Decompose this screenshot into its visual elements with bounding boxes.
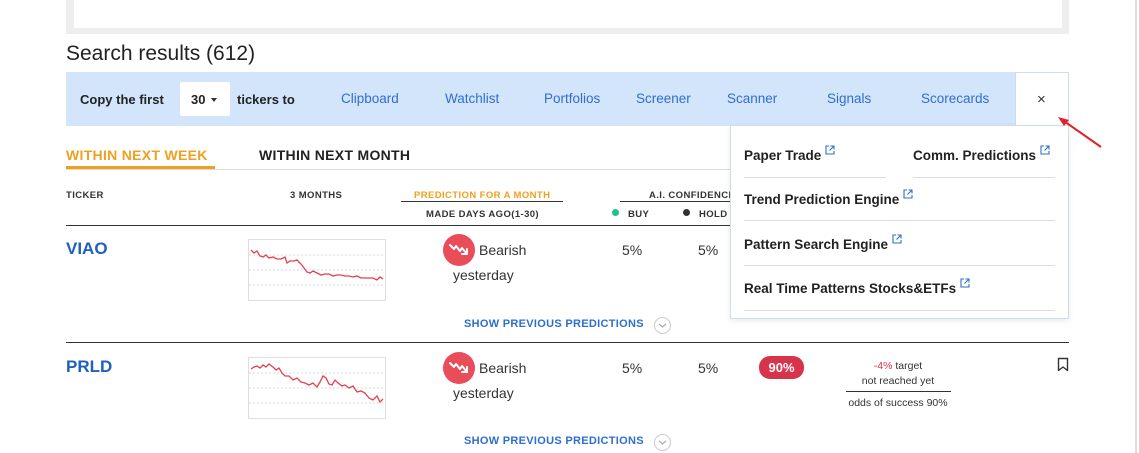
annotation-arrow-svg: [1058, 117, 1102, 148]
copy-to-scorecards-link[interactable]: Scorecards: [921, 91, 989, 106]
menu-item-real-time-patterns[interactable]: Real Time Patterns Stocks&ETFs: [744, 278, 970, 296]
menu-divider: [913, 177, 1055, 178]
prediction-header-divider: [401, 201, 563, 202]
copy-to-scanner-link[interactable]: Scanner: [727, 91, 777, 106]
bearish-arrow-svg: [449, 244, 468, 255]
target-info: -4% target not reached yet: [846, 359, 950, 389]
page-edge: [1135, 0, 1137, 453]
column-ticker[interactable]: TICKER: [66, 190, 104, 201]
ticker-link-viao[interactable]: VIAO: [66, 239, 108, 259]
column-made-days-ago: MADE DAYS AGO(1-30): [426, 209, 539, 220]
chevron-svg: [658, 440, 667, 445]
tools-dropdown-menu: Paper Trade Comm. Predictions Trend Pred…: [730, 125, 1069, 319]
copy-toolbar: Copy the first 30 tickers to Clipboard W…: [66, 72, 1069, 126]
external-link-icon: [903, 189, 913, 199]
prediction-label: Bearish: [479, 360, 527, 376]
menu-item-trend-prediction-engine[interactable]: Trend Prediction Engine: [744, 189, 913, 207]
column-ai-confidence: A.I. CONFIDENCE: [649, 190, 736, 201]
copy-to-watchlist-link[interactable]: Watchlist: [445, 91, 499, 106]
caret-down-icon: [211, 98, 217, 102]
copy-prefix: Copy the first: [80, 92, 164, 107]
bearish-trend-icon: [443, 234, 475, 266]
menu-divider: [744, 177, 886, 178]
ticker-link-prld[interactable]: PRLD: [66, 357, 112, 377]
buy-confidence: 5%: [622, 242, 643, 258]
close-icon: ×: [1037, 91, 1046, 108]
chevron-svg: [658, 323, 667, 328]
menu-divider: [744, 310, 1055, 311]
column-prediction[interactable]: PREDICTION FOR A MONTH: [414, 190, 550, 201]
hold-confidence: 5%: [698, 360, 719, 376]
copy-suffix: tickers to: [237, 92, 295, 107]
hold-confidence: 5%: [698, 242, 719, 258]
annotation-arrow: [1055, 113, 1105, 158]
tab-within-next-week[interactable]: WITHIN NEXT WEEK: [66, 147, 208, 163]
column-buy: BUY: [628, 209, 650, 220]
prediction-date: yesterday: [453, 385, 514, 401]
chevron-down-icon[interactable]: [654, 317, 671, 334]
copy-to-portfolios-link[interactable]: Portfolios: [544, 91, 600, 106]
external-link-icon: [825, 145, 835, 155]
odds-badge: 90%: [759, 356, 804, 379]
menu-item-label: Comm. Predictions: [913, 148, 1037, 163]
target-divider: [846, 391, 951, 392]
external-link-icon: [892, 234, 902, 244]
target-word: target: [895, 360, 923, 372]
external-link-icon: [1040, 145, 1050, 155]
prediction-label: Bearish: [479, 242, 527, 258]
results-title: Search results (612): [66, 42, 256, 65]
copy-to-clipboard-link[interactable]: Clipboard: [341, 91, 399, 106]
bookmark-icon[interactable]: [1057, 357, 1069, 377]
sparkline-svg: [249, 363, 385, 404]
show-previous-predictions-link[interactable]: SHOW PREVIOUS PREDICTIONS: [464, 435, 644, 447]
menu-item-label: Real Time Patterns Stocks&ETFs: [744, 281, 957, 296]
bearish-arrow-svg: [449, 362, 468, 373]
menu-item-label: Paper Trade: [744, 148, 822, 163]
ticker-count-select[interactable]: 30: [180, 82, 230, 116]
external-link-icon: [960, 278, 970, 288]
column-3-months: 3 MONTHS: [290, 190, 343, 201]
chevron-down-icon[interactable]: [654, 434, 671, 451]
menu-item-pattern-search-engine[interactable]: Pattern Search Engine: [744, 234, 902, 252]
buy-confidence: 5%: [622, 360, 643, 376]
menu-item-paper-trade[interactable]: Paper Trade: [744, 145, 835, 163]
menu-item-label: Trend Prediction Engine: [744, 192, 900, 207]
top-panel-box: [74, 0, 1062, 28]
buy-dot-icon: [612, 209, 619, 216]
row-divider: [66, 342, 1069, 343]
menu-divider: [744, 220, 1055, 221]
target-status: not reached yet: [861, 375, 935, 387]
header-divider: [66, 225, 731, 226]
tab-within-next-month[interactable]: WITHIN NEXT MONTH: [259, 147, 410, 163]
copy-to-screener-link[interactable]: Screener: [636, 91, 691, 106]
hold-dot-icon: [683, 209, 690, 216]
sparkline-chart: [248, 357, 386, 419]
confidence-header-divider: [620, 201, 730, 202]
sparkline-chart: [248, 239, 386, 301]
ticker-count-value: 30: [191, 92, 206, 107]
bearish-trend-icon: [443, 352, 475, 384]
menu-item-comm-predictions[interactable]: Comm. Predictions: [913, 145, 1050, 163]
sparkline-svg: [249, 249, 385, 286]
menu-divider: [744, 265, 1055, 266]
show-previous-predictions-link[interactable]: SHOW PREVIOUS PREDICTIONS: [464, 318, 644, 330]
prediction-date: yesterday: [453, 267, 514, 283]
target-percent: -4%: [873, 360, 893, 372]
bookmark-svg: [1057, 357, 1069, 372]
menu-item-label: Pattern Search Engine: [744, 237, 889, 252]
odds-of-success: odds of success 90%: [848, 397, 948, 409]
copy-to-signals-link[interactable]: Signals: [827, 91, 871, 106]
tabs-divider: [66, 169, 746, 170]
column-hold: HOLD: [699, 209, 728, 220]
